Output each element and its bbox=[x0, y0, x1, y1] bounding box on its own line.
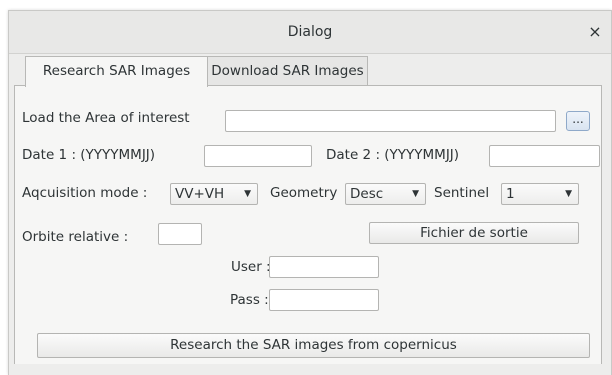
sentinel-value: 1 bbox=[506, 186, 515, 202]
pass-input[interactable] bbox=[269, 289, 379, 311]
acquisition-mode-value: VV+VH bbox=[175, 186, 225, 202]
orbit-label: Orbite relative : bbox=[22, 229, 129, 245]
geometry-select[interactable]: Desc ▼ bbox=[345, 183, 426, 205]
tab-research-sar-images[interactable]: Research SAR Images bbox=[25, 56, 208, 87]
window-title: Dialog bbox=[287, 24, 333, 40]
aoi-label: Load the Area of interest bbox=[22, 110, 190, 126]
date1-label: Date 1 : (YYYYMMJJ) bbox=[22, 147, 156, 163]
chevron-down-icon: ▼ bbox=[565, 189, 572, 199]
user-input[interactable] bbox=[269, 256, 379, 278]
aoi-input[interactable] bbox=[225, 110, 556, 132]
orbit-input[interactable] bbox=[158, 223, 202, 245]
browse-button[interactable]: ... bbox=[566, 111, 590, 131]
chevron-down-icon: ▼ bbox=[412, 189, 419, 199]
sentinel-select[interactable]: 1 ▼ bbox=[501, 183, 579, 205]
geometry-label: Geometry bbox=[270, 185, 338, 201]
date2-label-text: Date 2 : (YYYYMMJJ) bbox=[326, 147, 460, 163]
geometry-value: Desc bbox=[350, 186, 384, 202]
date1-input[interactable] bbox=[204, 145, 312, 167]
close-icon[interactable]: × bbox=[583, 11, 607, 53]
search-sar-images-button[interactable]: Research the SAR images from copernicus bbox=[37, 333, 590, 358]
title-bar[interactable]: Dialog × bbox=[9, 11, 611, 54]
pass-label: Pass : bbox=[230, 292, 269, 308]
acquisition-mode-select[interactable]: VV+VH ▼ bbox=[170, 183, 258, 205]
acquisition-mode-label: Aqcuisition mode : bbox=[22, 185, 148, 201]
chevron-down-icon: ▼ bbox=[244, 189, 251, 199]
sentinel-label: Sentinel bbox=[434, 185, 490, 201]
user-label: User : bbox=[231, 259, 271, 275]
date2-label: Date 2 : (YYYYMMJJ) bbox=[326, 147, 459, 163]
output-file-button[interactable]: Fichier de sortie bbox=[369, 222, 579, 244]
tab-download-sar-images[interactable]: Download SAR Images bbox=[207, 56, 368, 86]
date2-input[interactable] bbox=[489, 145, 600, 167]
